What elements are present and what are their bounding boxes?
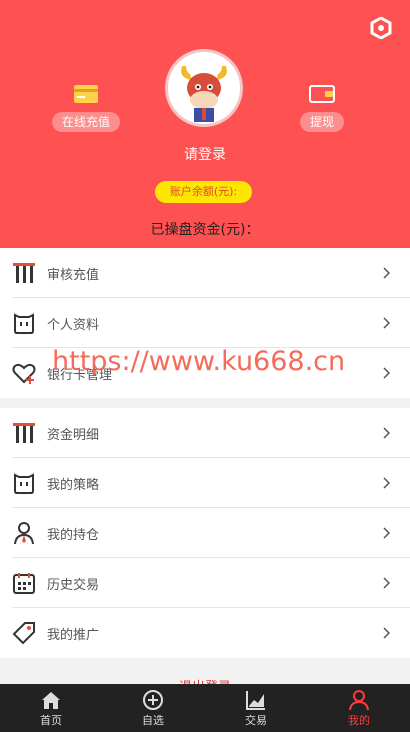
menu-item-label: 个人资料 [47,318,100,333]
tab-label: 自选 [142,714,164,727]
chevron-right-icon [383,267,390,279]
bank-card-heart-icon [12,363,36,384]
tab-home[interactable]: 首页 [0,684,102,732]
menu-item-label: 资金明细 [47,428,100,443]
wallet-icon [309,85,335,103]
home-icon [42,692,60,709]
chart-icon [246,691,265,710]
chevron-right-icon [383,427,390,439]
menu-item-label: 我的推广 [47,628,100,643]
tab-trade[interactable]: 交易 [205,684,307,732]
menu-group-account: 审核充值 个人资料 银行卡管理 [0,248,410,398]
menu-item-label: 审核充值 [47,268,100,283]
card-icon [74,85,98,103]
balance-badge: 账户余额(元): [155,181,252,203]
menu-item-strategy[interactable]: 我的策略 [0,458,410,508]
tab-label: 交易 [245,714,267,727]
bull-mascot-icon [181,66,227,122]
menu-item-label: 银行卡管理 [47,368,113,383]
settings-icon[interactable] [370,17,392,39]
chevron-right-icon [383,577,390,589]
profile-icon [14,313,34,334]
tab-mine[interactable]: 我的 [308,684,410,732]
menu-item-label: 我的持仓 [47,528,100,543]
menu-item-position[interactable]: 我的持仓 [0,508,410,558]
tab-label: 我的 [348,714,370,727]
menu-item-profile[interactable]: 个人资料 [0,298,410,348]
position-icon [14,522,34,545]
menu-item-label: 历史交易 [47,578,100,593]
profile-header: 在线充值 提现 请登录 账户余额(元): 已操盘资金(元)： [0,0,410,248]
user-icon [349,690,369,711]
withdraw-label[interactable]: 提现 [299,112,344,132]
recharge-button[interactable]: 在线充值 [50,84,122,132]
chevron-right-icon [383,527,390,539]
trade-funds-label: 已操盘资金(元)： [150,222,260,238]
tab-watchlist[interactable]: 自选 [102,684,204,732]
menu-item-history[interactable]: 历史交易 [0,558,410,608]
withdraw-button[interactable]: 提现 [286,84,358,132]
recharge-review-icon [13,263,35,283]
menu-item-bank-card[interactable]: 银行卡管理 [0,348,410,398]
menu-group-trading: 资金明细 我的策略 我的持仓 历史交易 我的推广 [0,408,410,658]
chevron-right-icon [383,367,390,379]
bottom-tab-bar: 首页 自选 交易 我的 [0,684,410,732]
tag-icon [12,622,35,645]
plus-circle-icon [143,690,163,710]
funds-detail-icon [13,423,35,443]
menu-item-funds-detail[interactable]: 资金明细 [0,408,410,458]
tab-label: 首页 [40,714,62,727]
chevron-right-icon [383,627,390,639]
login-link[interactable]: 请登录 [0,144,410,164]
strategy-icon [14,473,34,494]
chevron-right-icon [383,477,390,489]
menu-item-promotion[interactable]: 我的推广 [0,608,410,658]
avatar[interactable] [165,49,243,127]
menu-item-recharge-review[interactable]: 审核充值 [0,248,410,298]
calendar-icon [13,573,35,594]
menu-item-label: 我的策略 [47,478,100,493]
recharge-label[interactable]: 在线充值 [51,112,120,132]
chevron-right-icon [383,317,390,329]
